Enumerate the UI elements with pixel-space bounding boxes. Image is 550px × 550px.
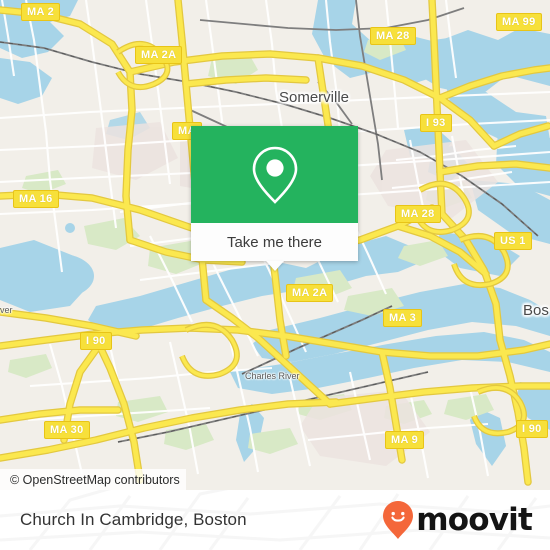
highway-shield: MA 2A <box>135 46 183 64</box>
moovit-wordmark: moovit <box>416 501 533 538</box>
page-title: Church In Cambridge, Boston <box>20 510 247 529</box>
highway-shield: MA 99 <box>496 13 542 31</box>
highway-shield: MA 28 <box>395 205 441 223</box>
place-label-boston: Bos <box>523 302 549 319</box>
take-me-there-button[interactable]: Take me there <box>191 223 358 261</box>
water-label-charles-river: Charles River <box>245 371 300 381</box>
highway-shield: MA 9 <box>385 431 425 449</box>
highway-shield: MA 28 <box>370 27 416 45</box>
attribution-text: © OpenStreetMap contributors <box>10 472 180 487</box>
moovit-map-screen: MA 2 MA 2A MA 28 MA 99 MA I 93 MA 16 MA … <box>0 0 550 550</box>
take-me-there-label: Take me there <box>226 233 323 251</box>
footer-bar: Church In Cambridge, Boston moovit <box>0 490 550 550</box>
map-canvas[interactable]: MA 2 MA 2A MA 28 MA 99 MA I 93 MA 16 MA … <box>0 0 550 490</box>
highway-shield: MA 2A <box>286 284 334 302</box>
callout-icon-panel <box>191 126 358 223</box>
highway-shield: MA 3 <box>383 309 423 327</box>
callout-tail <box>265 261 284 271</box>
moovit-smiley-pin-icon <box>383 501 414 539</box>
highway-shield: I 90 <box>80 332 112 350</box>
highway-shield: I 93 <box>420 114 452 132</box>
highway-shield: MA 16 <box>13 190 59 208</box>
highway-shield: I 90 <box>516 420 548 438</box>
place-label-somerville: Somerville <box>279 89 350 106</box>
highway-shield: US 1 <box>494 232 532 250</box>
water-label-charles-river-west: ver <box>0 305 13 315</box>
highway-shield: MA 2 <box>21 3 61 21</box>
destination-callout-card[interactable]: Take me there <box>191 126 358 271</box>
map-attribution[interactable]: © OpenStreetMap contributors <box>0 469 186 490</box>
map-pin-icon <box>252 146 297 204</box>
moovit-logo[interactable]: moovit <box>381 500 533 540</box>
highway-shield: MA 30 <box>44 421 90 439</box>
